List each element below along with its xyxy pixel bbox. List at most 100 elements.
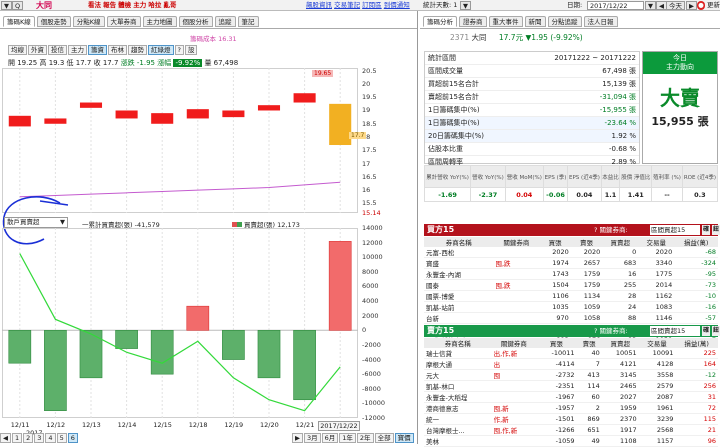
buy-cell: 2020 [539,247,571,258]
indicator-select[interactable]: 散戶買賣超 ▼ [4,217,68,228]
fin-header: 營收 YoY(%) [470,165,506,188]
sell-row[interactable]: 永豐金-大稻埕 -1967 60 2027 2087 31 [424,391,718,403]
sell-row[interactable]: 瑞士信貸 出,作,新 -10011 40 10051 10091 225 [424,348,718,359]
btn-trust[interactable]: 投信 [48,45,67,55]
tab-events[interactable]: 重大事件 [488,16,523,27]
page-6[interactable]: 6 [67,433,78,443]
sell-row[interactable]: 美林 -1059 49 1108 1157 96 [424,435,718,447]
tab-institutional[interactable]: 法人日報 [583,16,618,27]
tab-branch-track[interactable]: 分點追蹤 [547,16,582,27]
buy-row[interactable]: 台新 970 1058 88 1146 -57 [424,312,718,324]
sell-row[interactable]: 摩根大通出 -4114 7 4121 4128 164 [424,358,718,370]
range-value[interactable]: 寶價 [394,433,414,443]
sell-query-label: ? 關鍵券商: [594,327,628,335]
buy-cell: 凱基-站前 [424,301,494,313]
buy-row[interactable]: 國泰 囤,跌 1504 1759 255 2014 -73 [424,279,718,291]
range-1y[interactable]: 1年 [339,433,356,443]
top-link-1[interactable]: 交易筆記 [334,1,360,9]
page-4[interactable]: 4 [45,433,56,443]
price-tick: 16.5 [362,172,377,181]
refresh-icon[interactable]: ● [697,1,705,10]
tab-intraday[interactable]: 個股走勢 [36,16,71,27]
buy-row[interactable]: 凱基-站前 1035 1059 24 1083 -16 [424,301,718,313]
tab-chip-kline[interactable]: 籌碼K線 [3,16,35,27]
sell-row[interactable]: 台灣摩根士... 囤,作,新 -1266 651 1917 2568 21 [424,424,718,436]
zoom-button[interactable]: Q [12,1,24,10]
tab-branch-kline[interactable]: 分點K線 [72,16,105,27]
top-link-2[interactable]: 訂閱區 [362,1,382,9]
sell-go-button[interactable]: 確 [702,326,711,336]
stat-label: 買超前15名合計 [425,77,514,91]
nav-link-4[interactable]: 哈拉 [148,1,161,9]
sell-title: 賣方15 [427,326,455,335]
page-2[interactable]: 2 [23,433,34,443]
sell-expand-button[interactable]: 鈕 [712,326,720,336]
sell-row[interactable]: 港商德意志 囤,新 -1957 2 1959 1961 72 [424,402,718,414]
dropdown-icon[interactable]: ▼ [1,1,12,10]
page-1[interactable]: 1 [12,433,23,443]
tab-stock-analysis[interactable]: 個股分析 [178,16,213,27]
tab-track[interactable]: 追蹤 [214,16,236,27]
sell-cell: 31 [675,391,718,403]
sell-row[interactable]: 凱基-林口 -2351 114 2465 2579 256 [424,380,718,392]
sell-cell: 21 [675,424,718,436]
page-5[interactable]: 5 [56,433,67,443]
sell-cell: 96 [675,435,718,447]
range-3m[interactable]: 3月 [304,433,321,443]
btn-ma[interactable]: 均線 [8,45,27,55]
nav-link-2[interactable]: 體檢 [118,1,131,9]
sell-row[interactable]: 元大囤 -2732 413 3145 3558 -12 [424,369,718,381]
btn-trend[interactable]: 趨勢 [128,45,147,55]
range-6m[interactable]: 6月 [321,433,339,443]
tab-notes[interactable]: 筆記 [237,16,259,27]
top-link-3[interactable]: 到價通知 [384,1,410,9]
buy-row[interactable]: 元富-西松 2020 2020 0 2020 -68 [424,247,718,258]
btn-chip[interactable]: 籌資 [88,45,107,55]
nav-link-5[interactable]: 亂哥 [163,1,176,9]
buy-select[interactable]: 區間買超15 [650,225,700,235]
range-all[interactable]: 全部 [374,433,394,443]
tab-news[interactable]: 新聞 [524,16,546,27]
date-picker-icon[interactable]: ▼ [645,1,656,10]
fin-header: 營收 MoM(%) [504,165,544,188]
nav-link-3[interactable]: 主力 [133,1,146,9]
page-prev-button[interactable]: ◀ [0,433,11,443]
buy-expand-button[interactable]: 鈕 [712,225,720,235]
btn-foreign[interactable]: 外資 [28,45,47,55]
today-button[interactable]: 今天 [666,1,685,10]
nav-link-0[interactable]: 看法 [88,1,101,9]
update-button[interactable]: 更新 [707,1,720,10]
buy-row[interactable]: 國票-博愛 1106 1134 28 1162 -10 [424,290,718,302]
net-bar-12/11 [8,330,32,364]
tab-chip-analysis[interactable]: 籌碼分析 [423,16,457,27]
btn-bollinger[interactable]: 布林 [108,45,127,55]
buy-column-header: 關鍵券商 [503,239,530,247]
top-link-0[interactable]: 飆股資訊 [306,1,332,9]
price-axis: 20.52019.51918.51817.51716.51615.515.14 [360,67,416,217]
tab-brokers[interactable]: 證券商 [459,16,487,27]
range-next-button[interactable]: ▶ [292,433,303,443]
buy-row[interactable]: 永豐金-內湖 1743 1759 16 1775 -95 [424,268,718,280]
tab-big-broker[interactable]: 大單券商 [106,16,141,27]
btn-main[interactable]: 主力 [68,45,87,55]
nav-link-1[interactable]: 報告 [103,1,116,9]
page-3[interactable]: 3 [34,433,45,443]
sell-cell: 10091 [638,348,676,359]
buy-row[interactable]: 寶盛 囤,跌 1974 2657 683 3340 -324 [424,257,718,269]
buy-go-button[interactable]: 確 [702,225,711,235]
buy-cell [493,268,540,280]
stat-label: 佔股本比重 [425,142,514,156]
sell-row[interactable]: 統一 作,新 -1501 869 2370 3239 115 [424,413,718,425]
today-subtitle: 主力動向 [666,63,694,71]
settings-button[interactable]: 設 [184,45,198,55]
stats-days-dropdown[interactable]: ▼ [460,1,471,10]
tab-main-map[interactable]: 主力地圖 [142,16,177,27]
sell-select[interactable]: 區間賣超15 [650,326,700,336]
range-2y[interactable]: 2年 [356,433,374,443]
buy-cell: 28 [602,290,639,302]
btn-traffic-light[interactable]: 紅綠燈 [148,45,174,55]
next-day-button[interactable]: ▶ [686,1,697,10]
buy-cell: 1743 [539,268,571,280]
help-button[interactable]: ? [174,45,184,55]
date-input[interactable]: 2017/12/22 [587,1,644,10]
